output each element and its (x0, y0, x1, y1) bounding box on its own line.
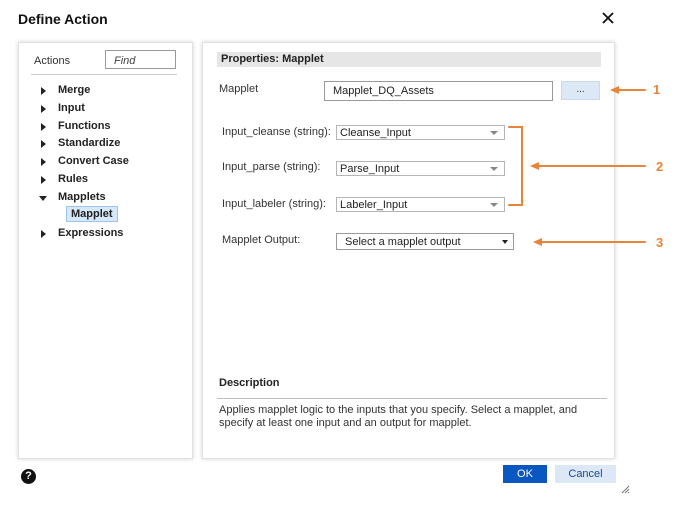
callout-number-2: 2 (656, 159, 664, 174)
callout-arrowhead-3 (533, 238, 542, 246)
callout-annotations (508, 86, 646, 246)
callout-number-3: 3 (656, 235, 664, 250)
callout-arrowhead-1 (610, 86, 619, 94)
callout-arrowhead-2 (530, 162, 539, 170)
callout-number-1: 1 (653, 82, 661, 97)
callout-bracket-2 (508, 126, 523, 206)
